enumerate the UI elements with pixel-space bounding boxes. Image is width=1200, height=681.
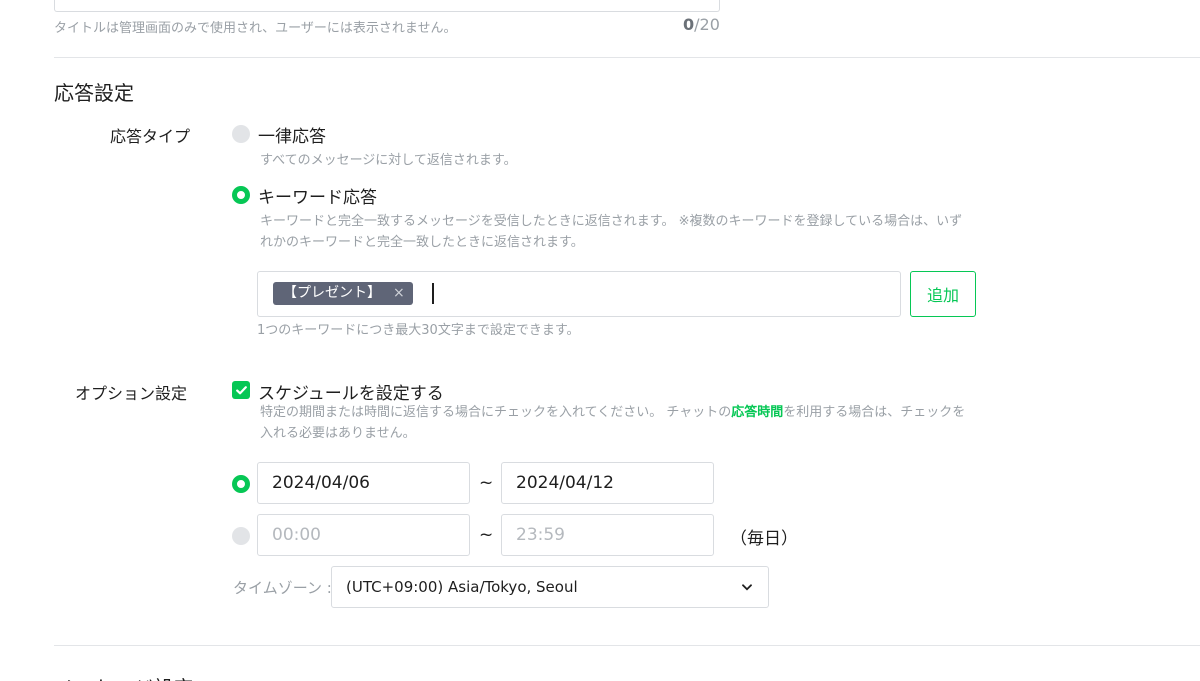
title-input[interactable] xyxy=(54,0,720,12)
title-char-count: 0 xyxy=(683,15,695,34)
schedule-description-text: 特定の期間または時間に返信する場合にチェックを入れてください。 チャットの xyxy=(260,405,732,420)
end-time-field[interactable]: 23:59 xyxy=(501,514,714,556)
title-char-counter: 0/20 xyxy=(683,15,720,34)
schedule-checkbox-label[interactable]: スケジュールを設定する xyxy=(258,379,444,404)
radio-time-range[interactable] xyxy=(232,527,250,545)
radio-date-range[interactable] xyxy=(232,475,250,493)
schedule-description: 特定の期間または時間に返信する場合にチェックを入れてください。 チャットの応答時… xyxy=(260,402,968,444)
uniform-response-description: すべてのメッセージに対して返信されます。 xyxy=(260,153,517,168)
check-icon xyxy=(235,385,247,394)
response-type-label: 応答タイプ xyxy=(110,127,191,146)
add-keyword-button[interactable]: 追加 xyxy=(910,271,976,317)
tag-remove-icon[interactable]: × xyxy=(393,282,405,305)
response-settings-heading: 応答設定 xyxy=(54,81,134,105)
chevron-down-icon xyxy=(742,584,752,591)
radio-keyword-response[interactable] xyxy=(232,186,250,204)
message-settings-heading: メッセージ設定 xyxy=(54,672,194,681)
timezone-label: タイムゾーン : xyxy=(233,579,332,597)
response-hours-link[interactable]: 応答時間 xyxy=(731,405,783,420)
keyword-tag-label: 【プレゼント】 xyxy=(283,285,381,301)
timezone-value: (UTC+09:00) Asia/Tokyo, Seoul xyxy=(346,578,578,596)
daily-label: （毎日） xyxy=(730,529,798,549)
uniform-response-label[interactable]: 一律応答 xyxy=(258,122,326,147)
title-helper-text: タイトルは管理画面のみで使用され、ユーザーには表示されません。 xyxy=(54,21,457,36)
keyword-response-description: キーワードと完全一致するメッセージを受信したときに返信されます。 ※複数のキーワ… xyxy=(260,214,963,250)
section-divider xyxy=(54,57,1200,58)
keyword-response-label[interactable]: キーワード応答 xyxy=(258,183,377,208)
date-range-separator: ~ xyxy=(479,473,494,493)
section-divider-bottom xyxy=(54,645,1200,646)
start-date-field[interactable]: 2024/04/06 xyxy=(257,462,470,504)
option-settings-label: オプション設定 xyxy=(75,384,188,403)
time-range-separator: ~ xyxy=(479,525,494,545)
schedule-checkbox[interactable] xyxy=(232,381,250,399)
text-cursor xyxy=(432,283,434,304)
end-date-field[interactable]: 2024/04/12 xyxy=(501,462,714,504)
timezone-select[interactable]: (UTC+09:00) Asia/Tokyo, Seoul xyxy=(331,566,769,608)
keyword-tag: 【プレゼント】 × xyxy=(273,282,413,305)
radio-uniform-response[interactable] xyxy=(232,125,250,143)
start-time-field[interactable]: 00:00 xyxy=(257,514,470,556)
keyword-limit-note: 1つのキーワードにつき最大30文字まで設定できます。 xyxy=(257,323,580,338)
title-char-max: /20 xyxy=(694,15,720,34)
